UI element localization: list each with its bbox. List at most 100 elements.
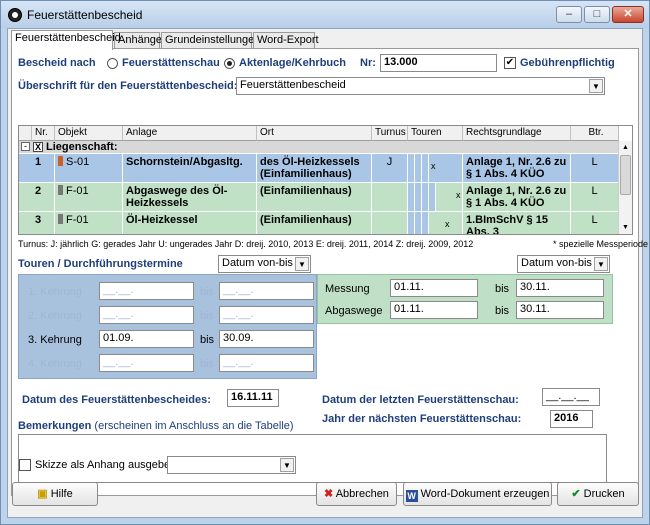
tab-anhaenge[interactable]: Anhänge (114, 32, 162, 49)
word-button-label: Word-Dokument erzeugen (420, 488, 550, 500)
cell-nr: 1 (32, 154, 55, 182)
cell-turnus: J (372, 154, 408, 182)
ueberschrift-select[interactable]: Feuerstättenbescheid ▼ (236, 77, 605, 95)
messung-to[interactable]: 30.11. (516, 279, 604, 297)
col-header-nr[interactable]: Nr. (32, 126, 55, 141)
table-scrollbar[interactable]: ▲ ▼ (618, 141, 632, 234)
close-button[interactable]: ✕ (612, 6, 644, 23)
group-checkbox[interactable]: X (33, 142, 43, 152)
col-header-ort[interactable]: Ort (257, 126, 372, 141)
kehrung-2-to[interactable]: __.__. (219, 306, 314, 324)
anlagen-table: Nr. Objekt Anlage Ort Turnus Touren Rech… (18, 125, 633, 235)
bemerkungen-hint: (erscheinen im Anschluss an die Tabelle) (94, 420, 294, 432)
cell-btr: L (571, 154, 619, 182)
kehrung-1-to[interactable]: __.__. (219, 282, 314, 300)
abbrechen-button[interactable]: ✖ Abbrechen (316, 482, 397, 506)
kehrung-4-from[interactable]: __.__. (99, 354, 194, 372)
col-header-btr[interactable]: Btr. (571, 126, 619, 141)
radio-aktenlage-label: Aktenlage/Kehrbuch (239, 57, 346, 69)
chevron-down-icon[interactable]: ▼ (594, 257, 608, 271)
cell-ort: (Einfamilienhaus) (257, 183, 372, 211)
drucken-button[interactable]: ✔ Drucken (557, 482, 639, 506)
skizze-checkbox[interactable] (19, 459, 31, 471)
cancel-icon: ✖ (324, 488, 334, 500)
kehrung-3-from[interactable]: 01.09. (99, 330, 194, 348)
kehrung-4-bis: bis (200, 358, 215, 370)
scroll-up-icon[interactable]: ▲ (619, 141, 632, 154)
cell-touren: x (408, 154, 463, 182)
bescheid-datum-label: Datum des Feuerstättenbescheides: (22, 394, 211, 406)
col-header-rechtsgrundlage[interactable]: Rechtsgrundlage (463, 126, 571, 141)
nr-label: Nr: (360, 57, 376, 69)
abgaswege-to[interactable]: 30.11. (516, 301, 604, 319)
bemerkungen-label: Bemerkungen (18, 420, 92, 432)
col-header-objekt[interactable]: Objekt (55, 126, 123, 141)
hilfe-button[interactable]: ▣ Hilfe (12, 482, 98, 506)
letzte-schau-input[interactable]: __.__.__ (542, 388, 600, 406)
tab-grundeinstellungen[interactable]: Grundeinstellungen (161, 32, 260, 49)
kehrung-4-to[interactable]: __.__. (219, 354, 314, 372)
nr-input[interactable]: 13.000 (380, 54, 497, 72)
kehrung-3-label: 3. Kehrung (28, 334, 82, 346)
skizze-select[interactable]: ▼ (167, 456, 296, 474)
col-header-turnus[interactable]: Turnus (372, 126, 408, 141)
col-header-touren[interactable]: Touren (408, 126, 463, 141)
minimize-button[interactable]: – (556, 6, 582, 23)
chevron-down-icon[interactable]: ▼ (295, 257, 309, 271)
abgaswege-from[interactable]: 01.11. (390, 301, 478, 319)
touren-mode-select[interactable]: Datum von-bis ▼ (218, 255, 311, 273)
messung-from[interactable]: 01.11. (390, 279, 478, 297)
radio-feuerstaettenschau[interactable] (107, 58, 118, 69)
cell-objekt-text: F-01 (66, 185, 89, 197)
cell-nr: 3 (32, 212, 55, 234)
main-panel: Bescheid nach Feuerstättenschau Aktenlag… (11, 48, 648, 496)
turnus-legend: Turnus: J: jährlich G: gerades Jahr U: u… (18, 239, 474, 249)
messung-mode-select[interactable]: Datum von-bis ▼ (517, 255, 610, 273)
scroll-thumb[interactable] (620, 155, 631, 195)
cell-touren: x (408, 183, 463, 211)
table-row[interactable]: 1 S-01 Schornstein/Abgasltg. des Öl-Heiz… (19, 154, 619, 182)
kehrung-3-to[interactable]: 30.09. (219, 330, 314, 348)
tour-mark: x (456, 190, 461, 200)
kehrung-2-bis: bis (200, 310, 215, 322)
radio-aktenlage[interactable] (224, 58, 235, 69)
cell-rechtsgrundlage: 1.BImSchV § 15 Abs. 3 (463, 212, 571, 234)
kehrung-3-bis: bis (200, 334, 215, 346)
client-area: Feuerstättenbescheid Anhänge Grundeinste… (7, 28, 648, 518)
kehrung-2-from[interactable]: __.__. (99, 306, 194, 324)
collapse-icon[interactable]: - (21, 142, 30, 151)
word-button[interactable]: W Word-Dokument erzeugen (403, 482, 552, 506)
group-row[interactable]: - X Liegenschaft: (19, 141, 619, 153)
tour-mark: x (431, 161, 436, 171)
naechste-schau-input[interactable]: 2016 (550, 410, 593, 428)
hilfe-button-label: Hilfe (50, 488, 73, 500)
cell-rechtsgrundlage: Anlage 1, Nr. 2.6 zu § 1 Abs. 4 KÜO (463, 183, 571, 211)
ueberschrift-value: Feuerstättenbescheid (240, 79, 346, 91)
kehrung-1-from[interactable]: __.__. (99, 282, 194, 300)
maximize-button[interactable]: □ (584, 6, 610, 23)
gebuehr-checkbox[interactable]: ✔ (504, 57, 516, 69)
table-row[interactable]: 3 F-01 Öl-Heizkessel (Einfamilienhaus) x… (19, 212, 619, 234)
group-label: Liegenschaft: (46, 141, 118, 153)
messung-panel: Messung 01.11. bis 30.11. Abgaswege 01.1… (317, 274, 613, 324)
cell-anlage: Öl-Heizkessel (123, 212, 257, 234)
chevron-down-icon[interactable]: ▼ (589, 79, 603, 93)
boiler-icon (58, 185, 63, 195)
cell-objekt: S-01 (55, 154, 123, 182)
col-header-anlage[interactable]: Anlage (123, 126, 257, 141)
naechste-schau-label: Jahr der nächsten Feuerstättenschau: (322, 413, 522, 425)
drucken-button-label: Drucken (583, 488, 625, 500)
tab-word-export[interactable]: Word-Export (253, 32, 319, 49)
cell-anlage: Schornstein/Abgasltg. (123, 154, 257, 182)
cell-turnus (372, 212, 408, 234)
skizze-label: Skizze als Anhang ausgeben: (35, 459, 180, 471)
table-row[interactable]: 2 F-01 Abgaswege des Öl-Heizkessels (Ein… (19, 183, 619, 211)
chevron-down-icon[interactable]: ▼ (280, 458, 294, 472)
bescheid-datum-input[interactable]: 16.11.11 (227, 389, 279, 407)
tab-feuerstaettenbescheid[interactable]: Feuerstättenbescheid (11, 30, 121, 50)
cell-objekt-text: S-01 (66, 156, 90, 168)
kehrung-1-label: 1. Kehrung (28, 286, 82, 298)
scroll-down-icon[interactable]: ▼ (619, 221, 632, 234)
window-title: Feuerstättenbescheid (27, 8, 143, 22)
abbrechen-button-label: Abbrechen (335, 488, 389, 500)
